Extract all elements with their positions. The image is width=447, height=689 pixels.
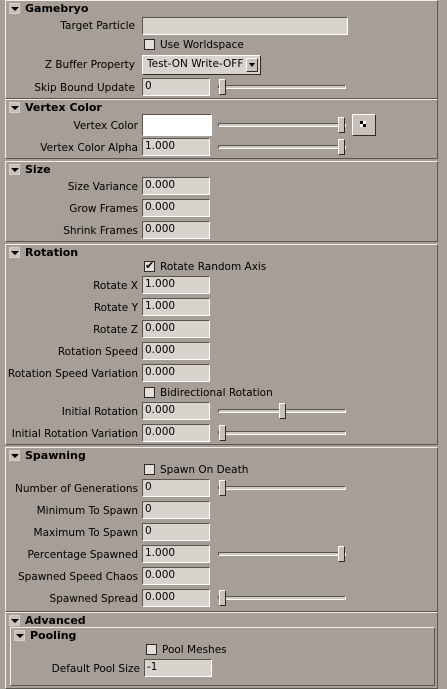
percentage-spawned-slider-track[interactable] <box>218 552 346 556</box>
rotate-x-label: Rotate X <box>93 280 138 292</box>
chevron-down-icon[interactable] <box>9 615 20 626</box>
advanced-header[interactable]: Advanced <box>5 614 438 628</box>
number-of-generations-field[interactable]: 0 <box>142 479 210 497</box>
percentage-spawned-slider-thumb[interactable] <box>338 546 345 562</box>
number-of-generations-slider-track[interactable] <box>218 486 346 490</box>
initial-rotation-label: Initial Rotation <box>61 406 138 418</box>
zbuffer-label: Z Buffer Property <box>44 59 135 71</box>
zbuffer-selected-value: Test-ON Write-OFF <box>147 58 244 70</box>
rotate-x-field[interactable]: 1.000 <box>142 276 210 294</box>
vertex-color-slider-track[interactable] <box>218 123 346 127</box>
spawning-header[interactable]: Spawning <box>5 449 438 463</box>
size-variance-label: Size Variance <box>67 181 138 193</box>
rotation-speed-field[interactable]: 0.000 <box>142 342 210 360</box>
target-particle-field[interactable] <box>142 17 348 35</box>
section-title: Size <box>25 163 51 176</box>
rotation-speed-label: Rotation Speed <box>57 346 138 358</box>
section-title: Advanced <box>25 614 86 627</box>
rotation-speed-variation-label: Rotation Speed Variation <box>7 368 138 380</box>
chevron-down-icon[interactable] <box>9 102 20 113</box>
spawned-spread-slider-thumb[interactable] <box>219 590 226 606</box>
number-of-generations-label: Number of Generations <box>14 483 138 495</box>
initial-rotation-slider-thumb[interactable] <box>278 403 286 419</box>
spawned-speed-chaos-field[interactable]: 0.000 <box>142 567 210 585</box>
rotate-random-axis-label: Rotate Random Axis <box>160 261 267 273</box>
skip-bound-field[interactable]: 0 <box>142 78 210 96</box>
rotate-y-field[interactable]: 1.000 <box>142 298 210 316</box>
size-header[interactable]: Size <box>5 163 438 177</box>
initial-rotation-variation-field[interactable]: 0.000 <box>142 424 210 442</box>
use-worldspace-checkbox[interactable] <box>144 39 155 50</box>
chevron-down-icon[interactable] <box>14 630 25 641</box>
vertex-color-header[interactable]: Vertex Color <box>5 101 438 115</box>
vertex-color-alpha-field[interactable]: 1.000 <box>142 138 210 156</box>
initial-rotation-variation-slider-track[interactable] <box>218 431 346 435</box>
checkmark-icon: ✔ <box>145 259 155 272</box>
alpha-slider-thumb[interactable] <box>338 139 345 155</box>
shrink-frames-label: Shrink Frames <box>63 225 138 237</box>
pooling-header[interactable]: Pooling <box>10 629 435 643</box>
section-title: Rotation <box>25 246 79 259</box>
bidirectional-rotation-checkbox[interactable] <box>144 387 155 398</box>
vertex-color-alpha-label: Vertex Color Alpha <box>40 142 138 154</box>
target-particle-label: Target Particle <box>60 20 135 32</box>
default-pool-size-label: Default Pool Size <box>51 663 140 675</box>
section-title: Gamebryo <box>25 2 89 15</box>
spawned-speed-chaos-label: Spawned Speed Chaos <box>17 571 138 583</box>
chevron-down-icon[interactable] <box>9 450 20 461</box>
spawned-spread-field[interactable]: 0.000 <box>142 589 210 607</box>
percentage-spawned-field[interactable]: 1.000 <box>142 545 210 563</box>
initial-rotation-variation-slider-thumb[interactable] <box>219 425 226 441</box>
minimum-to-spawn-label: Minimum To Spawn <box>36 505 138 517</box>
chevron-down-icon[interactable] <box>246 58 258 72</box>
color-picker-button[interactable] <box>352 114 376 136</box>
alpha-slider-track[interactable] <box>218 145 346 149</box>
chevron-down-icon[interactable] <box>9 164 20 175</box>
zbuffer-dropdown[interactable]: Test-ON Write-OFF <box>142 55 261 75</box>
pool-meshes-label: Pool Meshes <box>162 644 227 656</box>
chevron-down-icon[interactable] <box>9 3 20 14</box>
spawned-spread-slider-track[interactable] <box>218 596 346 600</box>
rotate-y-label: Rotate Y <box>93 302 138 314</box>
initial-rotation-field[interactable]: 0.000 <box>142 402 210 420</box>
grow-frames-field[interactable]: 0.000 <box>142 199 210 217</box>
rotation-header[interactable]: Rotation <box>5 246 438 260</box>
color-picker-icon <box>360 121 366 127</box>
section-title: Pooling <box>30 629 77 642</box>
minimum-to-spawn-field[interactable]: 0 <box>142 501 210 519</box>
grow-frames-label: Grow Frames <box>69 203 138 215</box>
shrink-frames-field[interactable]: 0.000 <box>142 221 210 239</box>
vertex-color-slider-thumb[interactable] <box>338 117 345 133</box>
rotate-random-axis-checkbox[interactable]: ✔ <box>144 259 155 272</box>
size-variance-field[interactable]: 0.000 <box>142 177 210 195</box>
rotate-z-field[interactable]: 0.000 <box>142 320 210 338</box>
vertex-color-label: Vertex Color <box>73 120 138 132</box>
chevron-down-icon[interactable] <box>9 247 20 258</box>
section-title: Spawning <box>25 449 86 462</box>
number-of-generations-slider-thumb[interactable] <box>219 480 226 496</box>
skip-bound-label: Skip Bound Update <box>34 82 135 94</box>
use-worldspace-label: Use Worldspace <box>160 39 244 51</box>
default-pool-size-field[interactable]: -1 <box>144 659 212 677</box>
skip-bound-slider-thumb[interactable] <box>219 79 226 95</box>
gamebryo-header[interactable]: Gamebryo <box>5 2 438 16</box>
vertex-color-swatch[interactable] <box>142 114 212 136</box>
maximum-to-spawn-field[interactable]: 0 <box>142 523 210 541</box>
percentage-spawned-label: Percentage Spawned <box>27 549 138 561</box>
rotate-z-label: Rotate Z <box>93 324 138 336</box>
rotation-speed-variation-field[interactable]: 0.000 <box>142 364 210 382</box>
spawned-spread-label: Spawned Spread <box>49 593 138 605</box>
maximum-to-spawn-label: Maximum To Spawn <box>33 527 138 539</box>
spawn-on-death-label: Spawn On Death <box>160 464 249 476</box>
pool-meshes-checkbox[interactable] <box>146 644 157 655</box>
spawn-on-death-checkbox[interactable] <box>144 464 155 475</box>
bidirectional-rotation-label: Bidirectional Rotation <box>160 387 273 399</box>
skip-bound-slider-track[interactable] <box>218 85 346 89</box>
initial-rotation-variation-label: Initial Rotation Variation <box>11 428 138 440</box>
section-title: Vertex Color <box>25 101 102 114</box>
